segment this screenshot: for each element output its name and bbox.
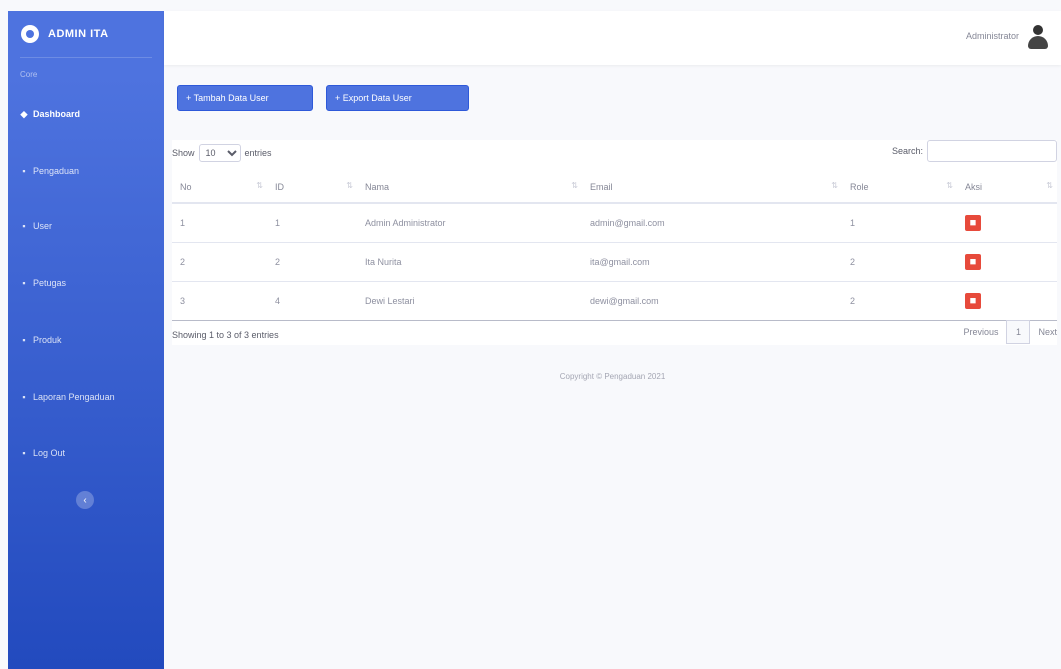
table-row: 1 1 Admin Administrator admin@gmail.com … (172, 203, 1057, 243)
col-header-nama[interactable]: Nama (357, 172, 582, 204)
cell-aksi: ■ (957, 281, 1057, 321)
topbar: Administrator (164, 11, 1061, 65)
footer-copyright: Copyright © Pengaduan 2021 (559, 372, 666, 381)
prev-page-button[interactable]: Previous (963, 327, 998, 337)
users-icon: ▪ (22, 278, 26, 288)
search-input[interactable] (927, 140, 1057, 162)
cell-no: 1 (172, 203, 267, 243)
users-table-card: Show 102550100 entries Search: No ID Nam… (172, 140, 1057, 345)
entries-length-control: Show 102550100 entries (172, 144, 272, 162)
sidebar-item-label: User (33, 221, 53, 231)
sidebar-toggle-button[interactable]: ‹ (76, 491, 94, 509)
user-avatar-icon[interactable] (1027, 25, 1049, 51)
sidebar-brand[interactable]: ADMIN ITA (8, 11, 164, 57)
sidebar: ADMIN ITA Core ◆ Dashboard ▪ Pengaduan ▪… (8, 11, 164, 669)
sidebar-item-produk[interactable]: ▪ Produk (8, 330, 164, 350)
sidebar-item-label: Petugas (33, 278, 67, 288)
add-user-button[interactable]: + Tambah Data User (177, 85, 313, 111)
delete-button[interactable]: ■ (965, 215, 981, 231)
trash-icon: ■ (969, 256, 977, 268)
delete-button[interactable]: ■ (965, 254, 981, 270)
sidebar-item-label: Dashboard (33, 109, 81, 119)
table-header-row: No ID Nama Email Role Aksi (172, 172, 1057, 204)
delete-button[interactable]: ■ (965, 293, 981, 309)
col-header-role[interactable]: Role (842, 172, 957, 204)
cell-aksi: ■ (957, 242, 1057, 282)
col-header-aksi[interactable]: Aksi (957, 172, 1057, 204)
cell-no: 3 (172, 281, 267, 321)
user-name[interactable]: Administrator (966, 31, 1019, 41)
pagination: Previous 1 Next (963, 320, 1057, 344)
col-header-email[interactable]: Email (582, 172, 842, 204)
users-table: No ID Nama Email Role Aksi 1 1 Admin Adm… (172, 172, 1057, 321)
sidebar-item-petugas[interactable]: ▪ Petugas (8, 273, 164, 293)
cell-no: 2 (172, 242, 267, 282)
file-icon: ▪ (22, 392, 26, 402)
table-search: Search: (892, 140, 1057, 162)
cell-id: 4 (267, 281, 357, 321)
box-icon: ▪ (22, 335, 26, 345)
entries-length-select[interactable]: 102550100 (198, 144, 241, 162)
sidebar-item-label: Laporan Pengaduan (33, 392, 115, 402)
brand-logo-icon (21, 25, 39, 43)
cell-role: 2 (842, 242, 957, 282)
sidebar-item-dashboard[interactable]: ◆ Dashboard (8, 104, 164, 124)
cell-aksi: ■ (957, 203, 1057, 243)
comments-icon: ▪ (22, 166, 26, 176)
cell-name: Dewi Lestari (357, 281, 582, 321)
sidebar-heading: Core (20, 70, 38, 79)
table-info: Showing 1 to 3 of 3 entries (172, 330, 279, 340)
sidebar-item-user[interactable]: ▪ User (8, 216, 164, 236)
export-user-button[interactable]: + Export Data User (326, 85, 469, 111)
cell-email: admin@gmail.com (582, 203, 842, 243)
col-header-id[interactable]: ID (267, 172, 357, 204)
page-button-1[interactable]: 1 (1006, 320, 1031, 344)
length-suffix: entries (244, 148, 272, 158)
chevron-left-icon: ‹ (83, 494, 87, 506)
sidebar-item-label: Log Out (33, 448, 66, 458)
cell-name: Admin Administrator (357, 203, 582, 243)
cell-id: 2 (267, 242, 357, 282)
sidebar-item-pengaduan[interactable]: ▪ Pengaduan (8, 161, 164, 181)
brand-text: ADMIN ITA (48, 28, 109, 40)
user-icon: ▪ (22, 221, 26, 231)
cell-id: 1 (267, 203, 357, 243)
trash-icon: ■ (969, 217, 977, 229)
cell-role: 2 (842, 281, 957, 321)
col-header-no[interactable]: No (172, 172, 267, 204)
tachometer-icon: ◆ (20, 108, 28, 119)
cell-email: dewi@gmail.com (582, 281, 842, 321)
length-prefix: Show (172, 148, 195, 158)
cell-email: ita@gmail.com (582, 242, 842, 282)
table-row: 3 4 Dewi Lestari dewi@gmail.com 2 ■ (172, 281, 1057, 321)
export-user-button-label: + Export Data User (335, 93, 412, 103)
sidebar-item-label: Pengaduan (33, 166, 80, 176)
sidebar-item-laporan[interactable]: ▪ Laporan Pengaduan (8, 387, 164, 407)
trash-icon: ■ (969, 295, 977, 307)
sidebar-item-label: Produk (33, 335, 62, 345)
table-row: 2 2 Ita Nurita ita@gmail.com 2 ■ (172, 242, 1057, 282)
sign-out-icon: ▪ (22, 448, 26, 458)
next-page-button[interactable]: Next (1038, 327, 1057, 337)
add-user-button-label: + Tambah Data User (186, 93, 269, 103)
sidebar-item-logout[interactable]: ▪ Log Out (8, 443, 164, 463)
cell-role: 1 (842, 203, 957, 243)
cell-name: Ita Nurita (357, 242, 582, 282)
search-label: Search: (891, 146, 923, 156)
